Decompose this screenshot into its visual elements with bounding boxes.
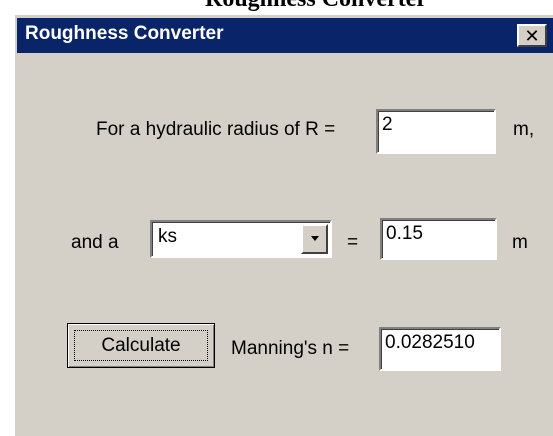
calculate-button[interactable]: Calculate [67, 323, 215, 368]
roughness-value-input[interactable]: 0.15 [380, 218, 497, 260]
close-icon: ✕ [524, 25, 540, 46]
hydraulic-radius-label: For a hydraulic radius of R = [96, 119, 336, 140]
roughness-unit: m [512, 232, 528, 253]
close-button[interactable]: ✕ [517, 24, 547, 47]
background-window-fragment: Roughness Converter [0, 0, 553, 14]
window-title: Roughness Converter [25, 23, 224, 44]
equals-sign: = [347, 232, 359, 253]
hydraulic-radius-unit: m, [513, 119, 535, 140]
title-bar[interactable]: Roughness Converter ✕ [17, 18, 553, 53]
roughness-converter-window: Roughness Converter ✕ For a hydraulic ra… [14, 14, 553, 436]
mannings-n-output[interactable]: 0.0282510 [379, 327, 501, 371]
hydraulic-radius-input[interactable]: 2 [376, 109, 496, 154]
background-title-text: Roughness Converter [205, 0, 427, 13]
mannings-n-label: Manning's n = [231, 338, 350, 359]
chevron-down-icon [310, 236, 319, 241]
roughness-type-select[interactable]: ks [150, 220, 332, 258]
calculate-button-label: Calculate [74, 330, 208, 361]
dropdown-arrow-button[interactable] [301, 224, 328, 254]
roughness-type-value: ks [158, 226, 177, 247]
roughness-prefix-label: and a [71, 232, 119, 253]
